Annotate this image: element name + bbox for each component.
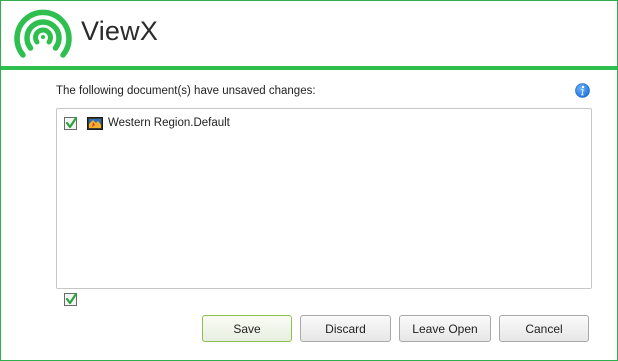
- app-title: ViewX: [81, 16, 159, 46]
- checkmark-icon: [65, 116, 78, 128]
- checkmark-icon: [65, 292, 78, 305]
- document-checkbox[interactable]: [64, 116, 78, 130]
- header-accent-bar: [1, 66, 617, 70]
- map-document-icon: [87, 116, 103, 130]
- dialog-window: ViewX The following document(s) have uns…: [0, 0, 618, 361]
- save-button[interactable]: Save: [202, 315, 292, 342]
- discard-button[interactable]: Discard: [300, 315, 391, 342]
- document-name: Western Region.Default: [108, 117, 230, 129]
- cancel-button[interactable]: Cancel: [499, 315, 589, 342]
- dialog-header: ViewX: [1, 1, 617, 67]
- select-all-checkbox[interactable]: [64, 292, 78, 306]
- unsaved-changes-prompt: The following document(s) have unsaved c…: [56, 85, 316, 97]
- unsaved-documents-list[interactable]: Western Region.Default: [56, 108, 592, 289]
- list-item[interactable]: Western Region.Default: [64, 115, 230, 131]
- info-icon[interactable]: [575, 83, 590, 98]
- leave-open-button[interactable]: Leave Open: [399, 315, 491, 342]
- wireless-signal-icon: [14, 9, 72, 58]
